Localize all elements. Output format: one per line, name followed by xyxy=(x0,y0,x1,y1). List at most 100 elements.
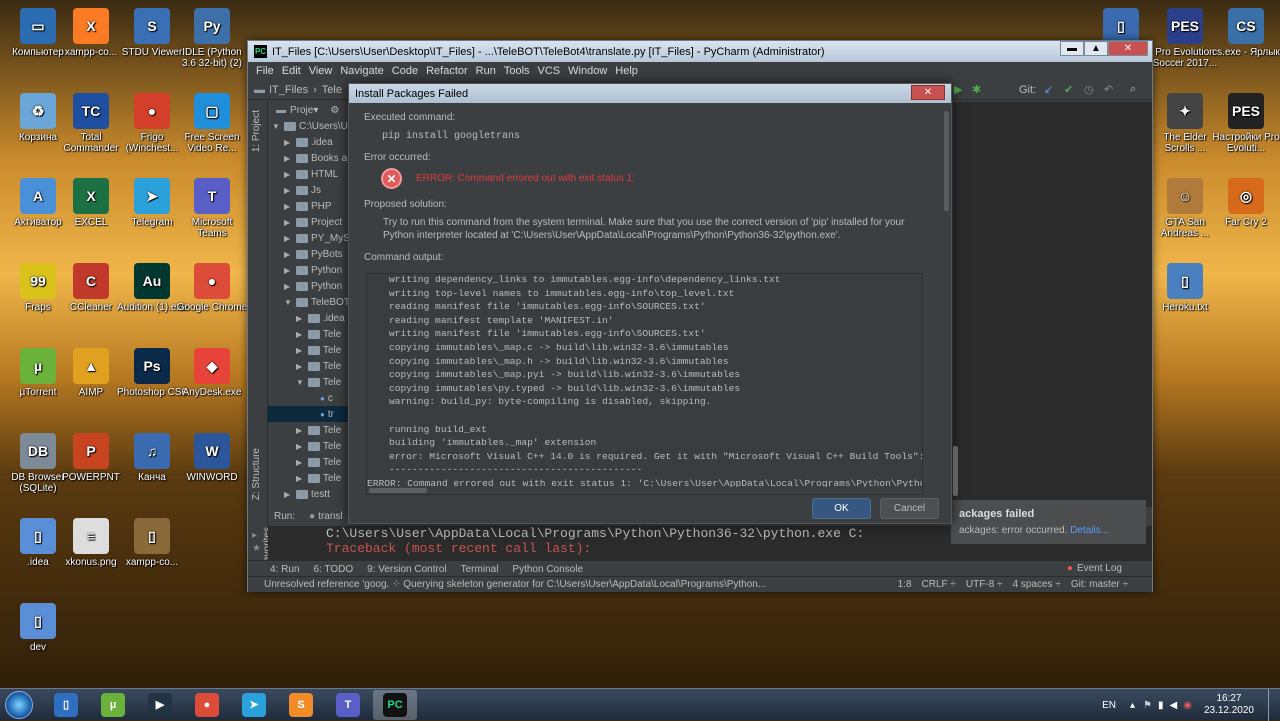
status-widget-2[interactable]: UTF-8 ÷ xyxy=(966,579,1003,590)
cancel-button[interactable]: Cancel xyxy=(880,498,939,519)
maximize-button[interactable]: ▲ xyxy=(1084,41,1108,56)
tool-window-python-console[interactable]: Python Console xyxy=(512,564,583,575)
install-packages-failed-dialog[interactable]: Install Packages Failed ✕ Executed comma… xyxy=(348,83,958,524)
notification-icon[interactable]: ◉ xyxy=(1183,700,1192,711)
chevron-right-icon[interactable]: ▶ xyxy=(284,170,296,179)
command-output-box[interactable]: writing dependency_links to immutables.e… xyxy=(366,273,923,495)
tool-window-terminal[interactable]: Terminal xyxy=(461,564,499,575)
tree-item[interactable]: ▼ Tele xyxy=(268,374,360,390)
show-desktop-button[interactable] xyxy=(1268,689,1280,721)
taskbar-app-utorrent[interactable]: µ xyxy=(91,690,135,720)
dialog-scrollbar[interactable] xyxy=(944,111,949,211)
breadcrumb-root[interactable]: IT_Files xyxy=(269,84,308,96)
chevron-right-icon[interactable]: ▶ xyxy=(284,250,296,259)
desktop-icon-icons_left-15[interactable]: ● Google Chrome xyxy=(176,263,248,313)
chevron-right-icon[interactable]: ▶ xyxy=(284,138,296,147)
menu-view[interactable]: View xyxy=(309,65,333,77)
chevron-right-icon[interactable]: ▶ xyxy=(296,458,308,467)
close-window-button[interactable]: ✕ xyxy=(1108,41,1148,56)
structure-tool-tab[interactable]: Z: Structure xyxy=(251,448,262,500)
taskbar-app-pycharm[interactable]: PC xyxy=(373,689,417,720)
menu-edit[interactable]: Edit xyxy=(282,65,301,77)
breadcrumb-next[interactable]: Tele xyxy=(322,84,342,96)
menu-file[interactable]: File xyxy=(256,65,274,77)
chevron-right-icon[interactable]: ▶ xyxy=(284,282,296,291)
star-icon[interactable]: ★ xyxy=(252,542,261,555)
desktop-icon-icons_right-2[interactable]: CS cs.exe - Ярлык xyxy=(1210,8,1280,58)
minimize-button[interactable]: ▬ xyxy=(1060,41,1084,56)
chevron-right-icon[interactable]: ▶ xyxy=(284,186,296,195)
network-icon[interactable]: ▮ xyxy=(1158,700,1164,711)
ok-button[interactable]: OK xyxy=(812,498,871,519)
menu-help[interactable]: Help xyxy=(615,65,638,77)
menu-window[interactable]: Window xyxy=(568,65,607,77)
desktop-icon-icons_left-7[interactable]: ▢ Free Screen Video Re... xyxy=(176,93,248,154)
clock[interactable]: 16:27 23.12.2020 xyxy=(1204,693,1254,717)
status-widget-1[interactable]: CRLF ÷ xyxy=(922,579,956,590)
tree-item[interactable]: ▶ HTML xyxy=(268,166,360,182)
taskbar-app-telegram[interactable]: ➤ xyxy=(232,690,276,720)
language-indicator[interactable]: EN xyxy=(1102,700,1116,711)
menu-tools[interactable]: Tools xyxy=(504,65,530,77)
taskbar-app-media[interactable]: ▶ xyxy=(138,690,182,720)
flag-icon[interactable]: ⚑ xyxy=(1143,700,1152,711)
tree-item[interactable]: ▶ PHP xyxy=(268,198,360,214)
git-commit-icon[interactable]: ✔ xyxy=(1064,83,1073,96)
pycharm-titlebar[interactable]: PC IT_Files [C:\Users\User\Desktop\IT_Fi… xyxy=(248,41,1152,62)
chevron-right-icon[interactable]: ▶ xyxy=(296,474,308,483)
status-widget-0[interactable]: 1:8 xyxy=(898,579,912,590)
tree-item[interactable]: ● c xyxy=(268,390,360,406)
git-rollback-icon[interactable]: ↶ xyxy=(1104,83,1113,96)
dialog-titlebar[interactable]: Install Packages Failed ✕ xyxy=(349,84,951,103)
output-horizontal-scrollbar[interactable] xyxy=(367,487,922,494)
project-tool-tab[interactable]: 1: Project xyxy=(251,110,262,152)
notification-details-link[interactable]: Details... xyxy=(1070,525,1109,536)
menu-refactor[interactable]: Refactor xyxy=(426,65,468,77)
tree-item[interactable]: ▶ testt xyxy=(268,486,360,502)
tree-item[interactable]: ▶ .idea xyxy=(268,310,360,326)
status-widget-3[interactable]: 4 spaces ÷ xyxy=(1013,579,1061,590)
tree-item[interactable]: ▶ Books a xyxy=(268,150,360,166)
editor-area[interactable] xyxy=(953,102,1152,546)
chevron-right-icon[interactable]: ▶ xyxy=(284,266,296,275)
chevron-right-icon[interactable]: ▶ xyxy=(296,314,308,323)
tree-item[interactable]: ▶ Tele xyxy=(268,326,360,342)
tool-window-4-run[interactable]: 4: Run xyxy=(270,564,299,575)
taskbar-app-chrome[interactable]: ● xyxy=(185,690,229,720)
tree-item[interactable]: ▶ Python xyxy=(268,278,360,294)
pin-icon[interactable]: ▸ xyxy=(252,529,261,542)
desktop-icon-icons_left-23[interactable]: W WINWORD xyxy=(176,433,248,483)
chevron-down-icon[interactable]: ▼ xyxy=(272,122,284,131)
git-history-icon[interactable]: ◷ xyxy=(1084,83,1094,96)
tree-item[interactable]: ▶ Project xyxy=(268,214,360,230)
tree-item[interactable]: ▶ Tele xyxy=(268,470,360,486)
project-view-selector[interactable]: Proje▾ xyxy=(290,105,318,116)
chevron-right-icon[interactable]: ▶ xyxy=(296,442,308,451)
desktop-icon-icons_left-11[interactable]: T Microsoft Teams xyxy=(176,178,248,239)
tree-item[interactable]: ▶ Tele xyxy=(268,454,360,470)
tree-item[interactable]: ▶ Tele xyxy=(268,438,360,454)
taskbar-app-teams[interactable]: T xyxy=(326,690,370,720)
chevron-right-icon[interactable]: ▶ xyxy=(284,234,296,243)
chevron-down-icon[interactable]: ▼ xyxy=(296,378,308,387)
debug-icon[interactable]: ✱ xyxy=(972,83,981,96)
chevron-down-icon[interactable]: ▼ xyxy=(284,298,296,307)
tree-item[interactable]: ● tr xyxy=(268,406,360,422)
tool-window-9-version-control[interactable]: 9: Version Control xyxy=(367,564,447,575)
run-icon[interactable]: ▶ xyxy=(954,83,962,96)
event-log-button[interactable]: ● Event Log xyxy=(1067,560,1122,577)
tree-item[interactable]: ▶ .idea xyxy=(268,134,360,150)
desktop-icon-icons_right-6[interactable]: ◎ Far Cry 2 xyxy=(1210,178,1280,228)
status-widget-4[interactable]: Git: master ÷ xyxy=(1071,579,1128,590)
chevron-right-icon[interactable]: ▶ xyxy=(284,490,296,499)
settings-gear-icon[interactable]: ⚙ xyxy=(330,105,339,116)
desktop-icon-icons_right-4[interactable]: PES Настройки Pro Evoluti... xyxy=(1210,93,1280,154)
tree-item[interactable]: ▶ Python xyxy=(268,262,360,278)
chevron-right-icon[interactable]: ▶ xyxy=(284,154,296,163)
volume-icon[interactable]: ◀ xyxy=(1170,700,1178,711)
git-update-icon[interactable]: ↙ xyxy=(1044,83,1053,96)
chevron-right-icon[interactable]: ▶ xyxy=(296,330,308,339)
menu-vcs[interactable]: VCS xyxy=(538,65,561,77)
tree-item[interactable]: ▼ C:\Users\U xyxy=(268,118,360,134)
chevron-right-icon[interactable]: ▶ xyxy=(284,218,296,227)
